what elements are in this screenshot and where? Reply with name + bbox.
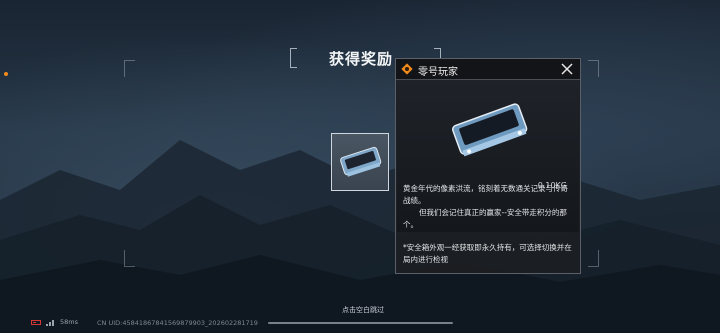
hud-corner-tr (588, 60, 599, 77)
reward-item-slot[interactable] (331, 133, 389, 191)
secure-case-icon (452, 103, 528, 157)
uid-readout: CN UID:4584186784156987990​3_20260228171… (97, 319, 258, 327)
panel-header: 零号玩家 (396, 59, 580, 80)
hud-corner-bl (124, 250, 135, 267)
title-bracket-left (290, 48, 297, 68)
ping-readout: 58ms (60, 318, 78, 326)
signal-icon (46, 320, 54, 326)
description-line-2: 但我们会记住真正的赢家--安全带走积分的那个。 (403, 208, 567, 229)
description-line-1: 黄金年代的像素洪流，铭刻着无数通关记录与传奇战绩。 (403, 184, 568, 205)
home-indicator (268, 322, 453, 324)
item-description: 黄金年代的像素洪流，铭刻着无数通关记录与传奇战绩。 但我们会记住真正的赢家--安… (403, 183, 575, 266)
item-name: 零号玩家 (418, 67, 458, 78)
item-detail-panel: 零号玩家 0.10KG 黄金年代的像素洪流，铭刻着无数通关记录与传奇战绩。 但我… (395, 58, 581, 274)
skip-hint[interactable]: 点击空白跳过 (318, 305, 408, 315)
close-icon[interactable] (559, 61, 575, 77)
page-title: 获得奖励 (328, 50, 393, 68)
orange-indicator-dot (4, 72, 8, 76)
hud-corner-br (588, 250, 599, 267)
diamond-badge-icon (401, 63, 413, 75)
secure-case-icon (340, 146, 382, 177)
description-note: *安全箱外观一经获取即永久持有，可选择切换并在局内进行检视 (403, 243, 572, 264)
hud-corner-tl (124, 60, 135, 77)
battery-icon (31, 320, 41, 325)
